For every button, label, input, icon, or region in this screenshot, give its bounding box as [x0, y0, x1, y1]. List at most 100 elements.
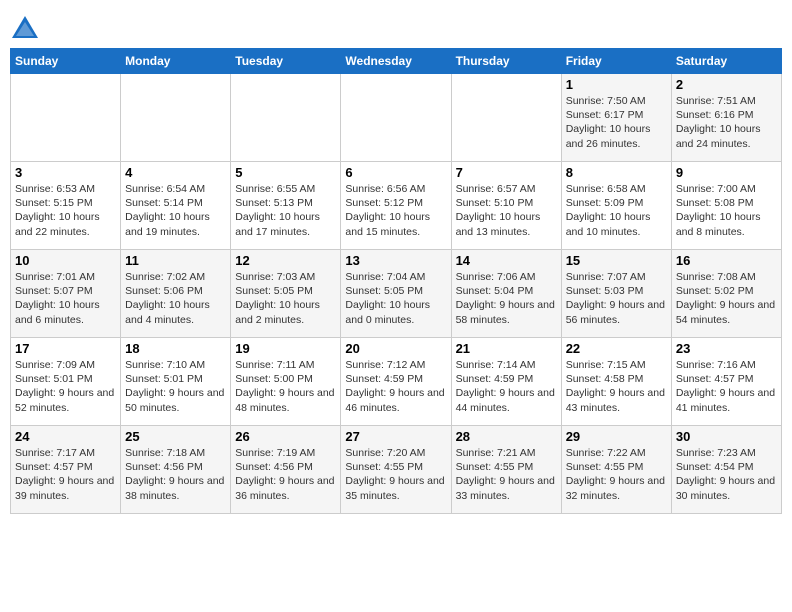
calendar-day-cell: 4 Sunrise: 6:54 AM Sunset: 5:14 PM Daylig…: [121, 162, 231, 250]
day-number: 26: [235, 429, 336, 444]
day-info: Sunrise: 7:23 AM Sunset: 4:54 PM Dayligh…: [676, 446, 777, 503]
day-info: Sunrise: 7:00 AM Sunset: 5:08 PM Dayligh…: [676, 182, 777, 239]
calendar-day-cell: 1Sunrise: 7:50 AM Sunset: 6:17 PM Daylig…: [561, 74, 671, 162]
calendar-day-cell: 24 Sunrise: 7:17 AM Sunset: 4:57 PM Dayli…: [11, 426, 121, 514]
calendar-header-row: SundayMondayTuesdayWednesdayThursdayFrid…: [11, 49, 782, 74]
day-number: 15: [566, 253, 667, 268]
day-number: 2: [676, 77, 777, 92]
day-info: Sunrise: 7:06 AM Sunset: 5:04 PM Dayligh…: [456, 270, 557, 327]
calendar-day-cell: 7 Sunrise: 6:57 AM Sunset: 5:10 PM Daylig…: [451, 162, 561, 250]
day-number: 28: [456, 429, 557, 444]
day-info: Sunrise: 6:57 AM Sunset: 5:10 PM Dayligh…: [456, 182, 557, 239]
day-number: 11: [125, 253, 226, 268]
calendar-header-day: Monday: [121, 49, 231, 74]
day-number: 5: [235, 165, 336, 180]
day-number: 29: [566, 429, 667, 444]
calendar-day-cell: 2Sunrise: 7:51 AM Sunset: 6:16 PM Daylig…: [671, 74, 781, 162]
calendar-day-cell: 26 Sunrise: 7:19 AM Sunset: 4:56 PM Dayli…: [231, 426, 341, 514]
calendar-day-cell: 14 Sunrise: 7:06 AM Sunset: 5:04 PM Dayli…: [451, 250, 561, 338]
day-info: Sunrise: 6:58 AM Sunset: 5:09 PM Dayligh…: [566, 182, 667, 239]
day-number: 8: [566, 165, 667, 180]
day-number: 21: [456, 341, 557, 356]
day-number: 19: [235, 341, 336, 356]
day-info: Sunrise: 7:04 AM Sunset: 5:05 PM Dayligh…: [345, 270, 446, 327]
day-number: 30: [676, 429, 777, 444]
day-info: Sunrise: 7:18 AM Sunset: 4:56 PM Dayligh…: [125, 446, 226, 503]
calendar-day-cell: 27Sunrise: 7:20 AM Sunset: 4:55 PM Dayli…: [341, 426, 451, 514]
calendar-day-cell: 18Sunrise: 7:10 AM Sunset: 5:01 PM Dayli…: [121, 338, 231, 426]
calendar-day-cell: 12Sunrise: 7:03 AM Sunset: 5:05 PM Dayli…: [231, 250, 341, 338]
day-info: Sunrise: 7:02 AM Sunset: 5:06 PM Dayligh…: [125, 270, 226, 327]
calendar-day-cell: 21 Sunrise: 7:14 AM Sunset: 4:59 PM Dayli…: [451, 338, 561, 426]
calendar-week-row: 24 Sunrise: 7:17 AM Sunset: 4:57 PM Dayli…: [11, 426, 782, 514]
calendar-day-cell: 29 Sunrise: 7:22 AM Sunset: 4:55 PM Dayli…: [561, 426, 671, 514]
day-number: 13: [345, 253, 446, 268]
calendar-day-cell: 16 Sunrise: 7:08 AM Sunset: 5:02 PM Dayli…: [671, 250, 781, 338]
page-header: [10, 10, 782, 44]
day-info: Sunrise: 6:54 AM Sunset: 5:14 PM Dayligh…: [125, 182, 226, 239]
day-number: 1: [566, 77, 667, 92]
calendar-day-cell: 6 Sunrise: 6:56 AM Sunset: 5:12 PM Daylig…: [341, 162, 451, 250]
day-number: 25: [125, 429, 226, 444]
day-info: Sunrise: 7:07 AM Sunset: 5:03 PM Dayligh…: [566, 270, 667, 327]
calendar-header-day: Thursday: [451, 49, 561, 74]
day-info: Sunrise: 7:21 AM Sunset: 4:55 PM Dayligh…: [456, 446, 557, 503]
day-info: Sunrise: 7:10 AM Sunset: 5:01 PM Dayligh…: [125, 358, 226, 415]
day-number: 6: [345, 165, 446, 180]
logo-icon: [10, 14, 40, 44]
day-number: 16: [676, 253, 777, 268]
calendar-day-cell: 9Sunrise: 7:00 AM Sunset: 5:08 PM Daylig…: [671, 162, 781, 250]
calendar-header: SundayMondayTuesdayWednesdayThursdayFrid…: [11, 49, 782, 74]
logo: [10, 14, 44, 44]
calendar-day-cell: 28 Sunrise: 7:21 AM Sunset: 4:55 PM Dayli…: [451, 426, 561, 514]
calendar-day-cell: 10 Sunrise: 7:01 AM Sunset: 5:07 PM Dayli…: [11, 250, 121, 338]
day-number: 17: [15, 341, 116, 356]
calendar-day-cell: 19 Sunrise: 7:11 AM Sunset: 5:00 PM Dayli…: [231, 338, 341, 426]
calendar-day-cell: [451, 74, 561, 162]
calendar-day-cell: 15 Sunrise: 7:07 AM Sunset: 5:03 PM Dayli…: [561, 250, 671, 338]
calendar-day-cell: 22 Sunrise: 7:15 AM Sunset: 4:58 PM Dayli…: [561, 338, 671, 426]
calendar-day-cell: 8 Sunrise: 6:58 AM Sunset: 5:09 PM Daylig…: [561, 162, 671, 250]
calendar-week-row: 3 Sunrise: 6:53 AM Sunset: 5:15 PM Daylig…: [11, 162, 782, 250]
day-info: Sunrise: 7:16 AM Sunset: 4:57 PM Dayligh…: [676, 358, 777, 415]
day-info: Sunrise: 7:15 AM Sunset: 4:58 PM Dayligh…: [566, 358, 667, 415]
calendar-day-cell: 25 Sunrise: 7:18 AM Sunset: 4:56 PM Dayli…: [121, 426, 231, 514]
calendar-day-cell: 20Sunrise: 7:12 AM Sunset: 4:59 PM Dayli…: [341, 338, 451, 426]
calendar-week-row: 10 Sunrise: 7:01 AM Sunset: 5:07 PM Dayli…: [11, 250, 782, 338]
day-info: Sunrise: 6:56 AM Sunset: 5:12 PM Dayligh…: [345, 182, 446, 239]
day-info: Sunrise: 7:03 AM Sunset: 5:05 PM Dayligh…: [235, 270, 336, 327]
calendar-header-day: Wednesday: [341, 49, 451, 74]
calendar-week-row: 17 Sunrise: 7:09 AM Sunset: 5:01 PM Dayli…: [11, 338, 782, 426]
day-info: Sunrise: 6:53 AM Sunset: 5:15 PM Dayligh…: [15, 182, 116, 239]
day-number: 10: [15, 253, 116, 268]
day-info: Sunrise: 7:01 AM Sunset: 5:07 PM Dayligh…: [15, 270, 116, 327]
day-number: 27: [345, 429, 446, 444]
day-number: 3: [15, 165, 116, 180]
calendar-header-day: Sunday: [11, 49, 121, 74]
day-number: 20: [345, 341, 446, 356]
calendar-body: 1Sunrise: 7:50 AM Sunset: 6:17 PM Daylig…: [11, 74, 782, 514]
calendar-day-cell: [341, 74, 451, 162]
calendar-day-cell: 3 Sunrise: 6:53 AM Sunset: 5:15 PM Daylig…: [11, 162, 121, 250]
day-info: Sunrise: 7:22 AM Sunset: 4:55 PM Dayligh…: [566, 446, 667, 503]
calendar-week-row: 1Sunrise: 7:50 AM Sunset: 6:17 PM Daylig…: [11, 74, 782, 162]
day-info: Sunrise: 7:11 AM Sunset: 5:00 PM Dayligh…: [235, 358, 336, 415]
calendar-day-cell: [121, 74, 231, 162]
day-info: Sunrise: 7:17 AM Sunset: 4:57 PM Dayligh…: [15, 446, 116, 503]
day-number: 24: [15, 429, 116, 444]
day-number: 22: [566, 341, 667, 356]
day-info: Sunrise: 7:14 AM Sunset: 4:59 PM Dayligh…: [456, 358, 557, 415]
day-info: Sunrise: 7:08 AM Sunset: 5:02 PM Dayligh…: [676, 270, 777, 327]
day-number: 14: [456, 253, 557, 268]
day-number: 7: [456, 165, 557, 180]
day-info: Sunrise: 7:09 AM Sunset: 5:01 PM Dayligh…: [15, 358, 116, 415]
calendar-day-cell: 30 Sunrise: 7:23 AM Sunset: 4:54 PM Dayli…: [671, 426, 781, 514]
day-info: Sunrise: 7:19 AM Sunset: 4:56 PM Dayligh…: [235, 446, 336, 503]
calendar-header-day: Saturday: [671, 49, 781, 74]
calendar-day-cell: 23Sunrise: 7:16 AM Sunset: 4:57 PM Dayli…: [671, 338, 781, 426]
calendar-day-cell: 17 Sunrise: 7:09 AM Sunset: 5:01 PM Dayli…: [11, 338, 121, 426]
day-number: 4: [125, 165, 226, 180]
day-info: Sunrise: 6:55 AM Sunset: 5:13 PM Dayligh…: [235, 182, 336, 239]
calendar: SundayMondayTuesdayWednesdayThursdayFrid…: [10, 48, 782, 514]
calendar-day-cell: [11, 74, 121, 162]
